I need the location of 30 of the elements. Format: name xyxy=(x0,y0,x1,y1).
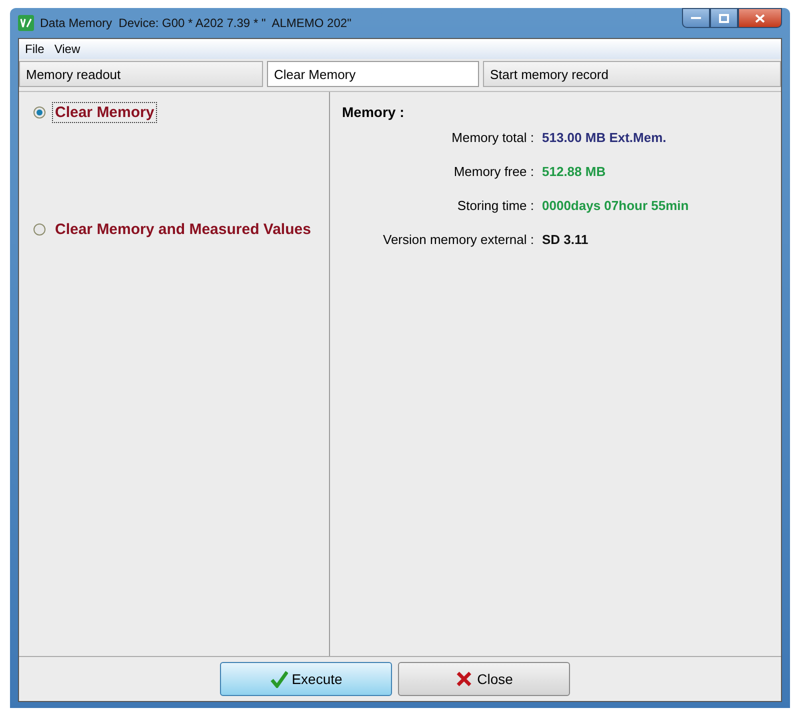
option-label[interactable]: Clear Memory xyxy=(52,102,158,123)
close-button[interactable] xyxy=(738,8,782,28)
cross-icon xyxy=(455,670,474,688)
minimize-icon xyxy=(691,16,701,20)
maximize-button[interactable] xyxy=(710,8,738,28)
tab[interactable]: Memory readout xyxy=(19,61,263,87)
field-value: 0000days 07hour 55min xyxy=(542,198,689,213)
app-icon xyxy=(18,15,34,31)
tab[interactable]: Clear Memory xyxy=(267,61,479,87)
field-value: SD 3.11 xyxy=(542,232,590,247)
check-icon xyxy=(270,670,288,688)
close-button[interactable]: Close xyxy=(398,662,570,696)
field-label: Storing time : xyxy=(456,198,534,213)
option-label[interactable]: Clear Memory and Measured Values xyxy=(52,219,314,240)
menu-item[interactable]: File xyxy=(25,42,44,56)
radio-button[interactable] xyxy=(33,106,46,119)
field-label: Memory total : xyxy=(450,130,534,145)
minimize-button[interactable] xyxy=(682,8,710,28)
close-icon xyxy=(755,14,765,22)
field-label: Memory free : xyxy=(452,164,534,179)
section-heading: Memory : xyxy=(342,104,406,120)
field-value: 513.00 MB Ext.Mem. xyxy=(542,130,668,145)
field-label: Version memory external : xyxy=(382,232,534,247)
window-title: Data Memory Device: G00 * A202 7.39 * " ALMEMO 202" xyxy=(40,16,352,30)
radio-button[interactable] xyxy=(33,223,46,236)
tab[interactable]: Start memory record xyxy=(483,61,781,87)
menu-item[interactable]: View xyxy=(54,42,80,56)
execute-button[interactable]: Execute xyxy=(220,662,392,696)
maximize-icon xyxy=(719,14,729,22)
field-value: 512.88 MB xyxy=(542,164,607,179)
